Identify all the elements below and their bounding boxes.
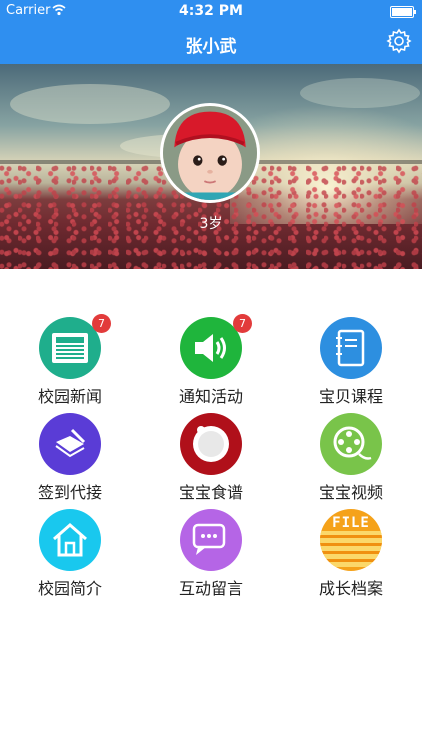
file-stripes <box>320 531 382 567</box>
file-icon: FILE <box>320 509 382 571</box>
film-reel-icon <box>320 413 382 475</box>
home-icon <box>39 509 101 571</box>
battery-icon <box>390 6 416 18</box>
menu-item-baby-courses[interactable]: 宝贝课程 <box>301 317 401 407</box>
menu-item-interactive-messages[interactable]: 互动留言 <box>161 509 261 599</box>
cloud <box>10 84 170 124</box>
menu-item-baby-videos[interactable]: 宝宝视频 <box>301 413 401 503</box>
menu-item-campus-intro[interactable]: 校园简介 <box>20 509 120 599</box>
plate-icon <box>180 413 242 475</box>
menu-item-label: 校园新闻 <box>37 387 102 406</box>
file-icon-text: FILE <box>332 515 370 531</box>
menu-item-check-in-pickup[interactable]: 签到代接 <box>20 413 120 503</box>
signin-icon <box>39 413 101 475</box>
clock: 4:32 PM <box>179 3 243 19</box>
notebook-icon <box>320 317 382 379</box>
menu-item-baby-recipes[interactable]: 宝宝食谱 <box>161 413 261 503</box>
notification-badge: 7 <box>92 314 111 333</box>
menu-item-label: 互动留言 <box>178 579 243 598</box>
menu-item-label: 宝宝食谱 <box>178 483 243 502</box>
status-bar: Carrier 4:32 PM <box>0 0 422 22</box>
avatar[interactable] <box>160 103 260 203</box>
menu-item-label: 签到代接 <box>37 483 102 502</box>
menu-item-label: 宝宝视频 <box>318 483 383 502</box>
age-label: 3岁 <box>199 216 223 232</box>
menu-item-notice-activities[interactable]: 7 通知活动 <box>161 314 261 407</box>
notification-badge: 7 <box>233 314 252 333</box>
chat-icon <box>180 509 242 571</box>
page-title: 张小武 <box>185 37 237 57</box>
menu-item-campus-news[interactable]: 7 校园新闻 <box>20 314 120 407</box>
menu-item-label: 校园简介 <box>37 579 102 598</box>
menu-item-label: 成长档案 <box>318 579 383 598</box>
baby-avatar <box>163 106 257 200</box>
navigation-bar: Carrier 4:32 PM 张小武 <box>0 0 422 64</box>
gear-icon[interactable] <box>386 28 412 54</box>
menu-item-label: 通知活动 <box>178 387 243 406</box>
menu-item-growth-records[interactable]: FILE 成长档案 <box>301 509 401 599</box>
menu-item-label: 宝贝课程 <box>318 387 383 406</box>
